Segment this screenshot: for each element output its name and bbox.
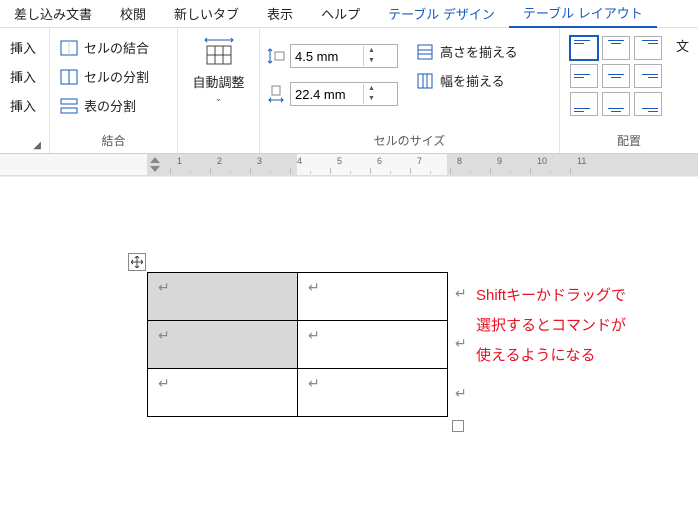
horizontal-ruler[interactable]: 1 2 3 4 5 6 7 8 9 10 11 [0, 154, 698, 176]
insert-row-above[interactable]: 挿入 [6, 36, 40, 59]
menubar: 差し込み文書 校閲 新しいタブ 表示 ヘルプ テーブル デザイン テーブル レイ… [0, 0, 698, 28]
table-row[interactable]: ↵ ↵ [148, 321, 448, 369]
col-width-input[interactable]: ▲▼ [290, 82, 398, 106]
row-height-field[interactable] [291, 49, 363, 64]
col-width-field[interactable] [291, 87, 363, 102]
insert-dialog-launcher[interactable]: ◢ [33, 140, 41, 151]
distribute-rows-icon [416, 43, 434, 61]
document-area[interactable]: ↵ ↵ ↵ ↵ ↵ ↵ ↵ ↵ ↵ Shiftキーかドラッグで 選択するとコマン… [0, 176, 698, 512]
spin-up[interactable]: ▲ [364, 84, 379, 94]
align-top-right[interactable] [634, 36, 662, 60]
split-table-icon [60, 97, 78, 115]
menu-review[interactable]: 校閲 [106, 0, 160, 27]
split-table-button[interactable]: 表の分割 [56, 94, 153, 117]
align-bot-left[interactable] [570, 92, 598, 116]
merge-group-label: 結合 [56, 130, 171, 153]
table-cell[interactable]: ↵ [148, 273, 298, 321]
table-cell[interactable]: ↵ [148, 321, 298, 369]
menu-mailings[interactable]: 差し込み文書 [0, 0, 106, 27]
menu-table-layout[interactable]: テーブル レイアウト [509, 0, 657, 28]
paragraph-mark-icon: ↵ [308, 279, 320, 295]
align-bot-center[interactable] [602, 92, 630, 116]
align-top-left[interactable] [570, 36, 598, 60]
insert-column[interactable]: 挿入 [6, 94, 40, 117]
spin-up[interactable]: ▲ [364, 46, 379, 56]
split-cells-button[interactable]: セルの分割 [56, 65, 153, 88]
align-bot-right[interactable] [634, 92, 662, 116]
row-end-mark-icon: ↵ [455, 335, 467, 352]
table-move-handle[interactable] [128, 253, 146, 271]
dropdown-arrow-icon: ⌄ [215, 93, 223, 104]
autofit-button[interactable]: 自動調整 ⌄ [187, 32, 251, 104]
table-row[interactable]: ↵ ↵ [148, 369, 448, 417]
distribute-cols-icon [416, 72, 434, 90]
spin-down[interactable]: ▼ [364, 56, 379, 66]
paragraph-mark-icon: ↵ [308, 375, 320, 391]
table-cell[interactable]: ↵ [298, 273, 448, 321]
alignment-grid [566, 32, 666, 120]
distribute-rows-button[interactable]: 高さを揃える [412, 40, 522, 63]
menu-table-design[interactable]: テーブル デザイン [374, 0, 509, 27]
align-group-label: 配置 [566, 130, 692, 153]
menu-view[interactable]: 表示 [253, 0, 307, 27]
align-top-center[interactable] [602, 36, 630, 60]
text-direction-button[interactable]: 文 [676, 36, 689, 55]
autofit-icon [203, 36, 235, 68]
align-mid-right[interactable] [634, 64, 662, 88]
table-cell[interactable]: ↵ [298, 321, 448, 369]
menu-newtab[interactable]: 新しいタブ [160, 0, 253, 27]
align-mid-left[interactable] [570, 64, 598, 88]
row-height-icon [266, 46, 286, 66]
table-cell[interactable]: ↵ [298, 369, 448, 417]
row-end-mark-icon: ↵ [455, 285, 467, 302]
spin-down[interactable]: ▼ [364, 94, 379, 104]
col-width-icon [266, 84, 286, 104]
table-row[interactable]: ↵ ↵ [148, 273, 448, 321]
size-group-label: セルのサイズ [266, 130, 553, 153]
paragraph-mark-icon: ↵ [308, 327, 320, 343]
align-mid-center[interactable] [602, 64, 630, 88]
split-cells-icon [60, 68, 78, 86]
table-cell[interactable]: ↵ [148, 369, 298, 417]
insert-row-below[interactable]: 挿入 [6, 65, 40, 88]
paragraph-mark-icon: ↵ [158, 327, 170, 343]
merge-cells-button[interactable]: セルの結合 [56, 36, 153, 59]
menu-help[interactable]: ヘルプ [307, 0, 374, 27]
paragraph-mark-icon: ↵ [158, 375, 170, 391]
merge-cells-icon [60, 39, 78, 57]
row-height-input[interactable]: ▲▼ [290, 44, 398, 68]
move-icon [131, 256, 143, 268]
annotation-text: Shiftキーかドラッグで 選択するとコマンドが 使えるようになる [476, 281, 626, 371]
paragraph-mark-icon: ↵ [158, 279, 170, 295]
document-table[interactable]: ↵ ↵ ↵ ↵ ↵ ↵ [147, 272, 448, 417]
ribbon: 挿入 挿入 挿入 ◢ セルの結合 セルの分割 表の分割 結合 [0, 28, 698, 154]
table-resize-handle[interactable] [452, 420, 464, 432]
distribute-cols-button[interactable]: 幅を揃える [412, 69, 522, 92]
row-end-mark-icon: ↵ [455, 385, 467, 402]
